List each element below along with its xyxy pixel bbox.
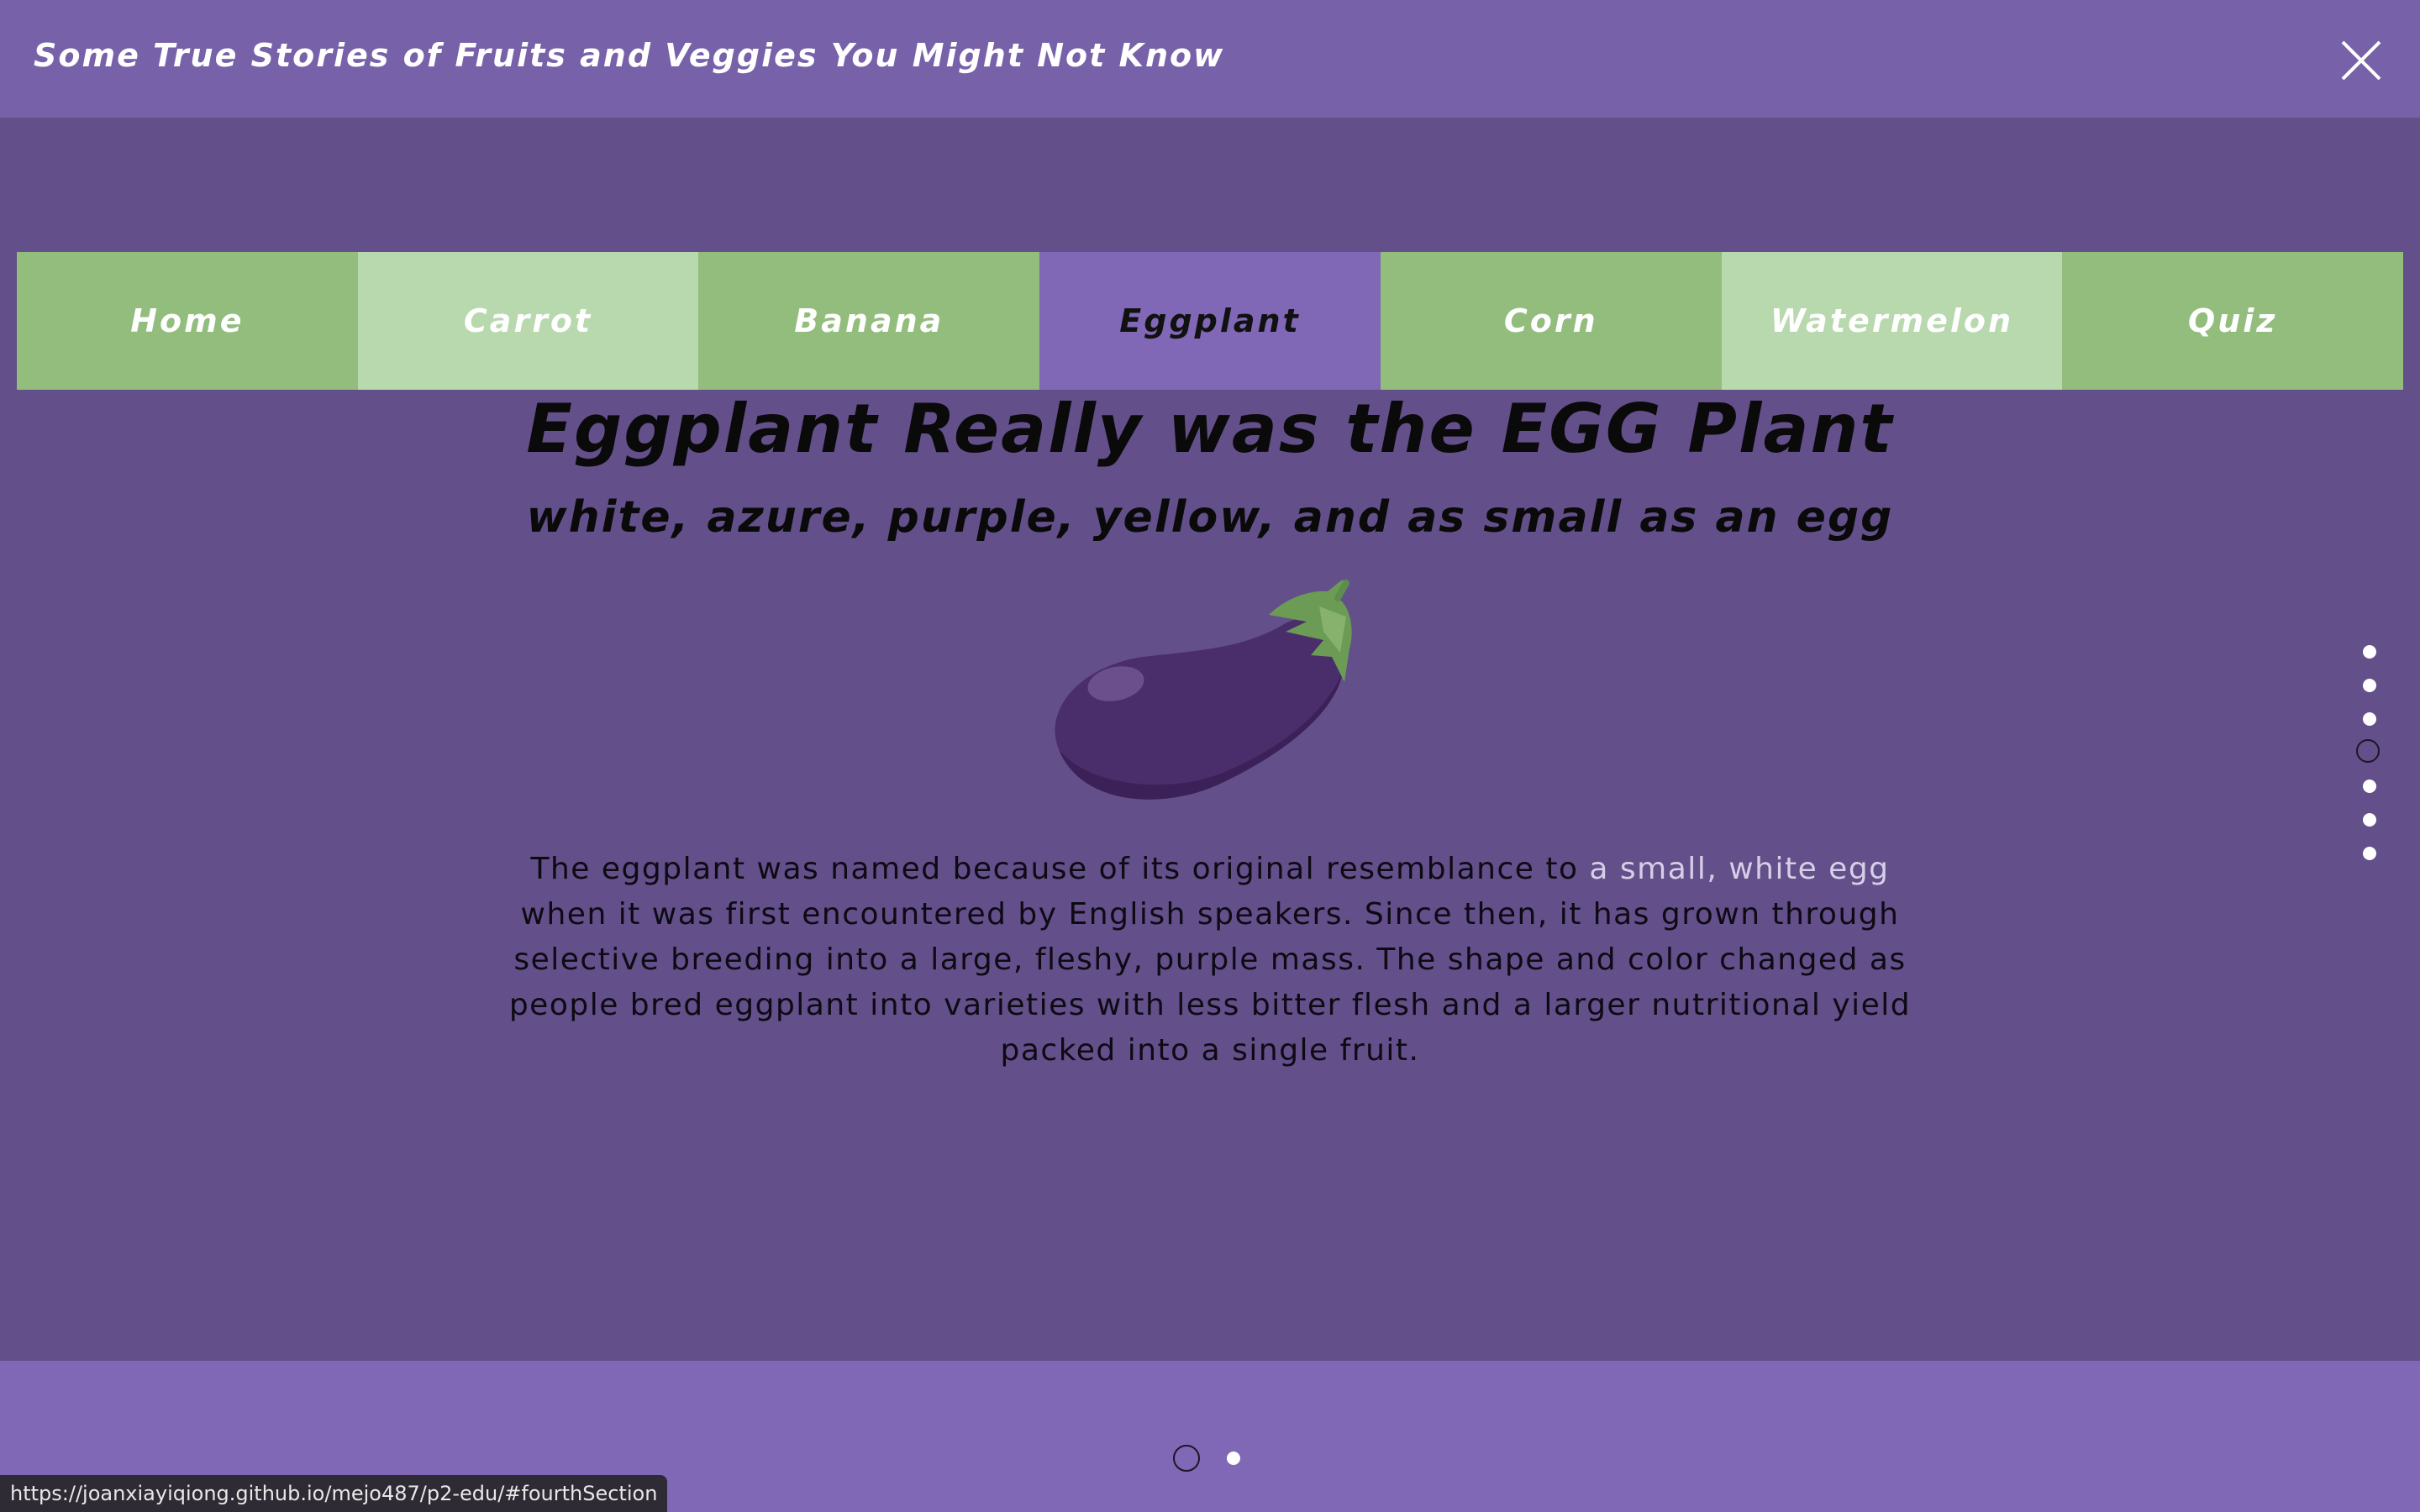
side-dot-5[interactable] xyxy=(2363,780,2376,793)
side-dot-6[interactable] xyxy=(2363,813,2376,827)
status-bar-url: https://joanxiayiqiong.github.io/mejo487… xyxy=(0,1475,668,1512)
nav-item-banana[interactable]: Banana xyxy=(698,252,1040,390)
side-dot-1[interactable] xyxy=(2363,645,2376,659)
section-heading: Eggplant Really was the EGG Plant xyxy=(526,390,1894,468)
site-title: Some True Stories of Fruits and Veggies … xyxy=(34,37,1225,74)
section-nav: Home Carrot Banana Eggplant Corn Waterme… xyxy=(17,252,2404,390)
side-dot-2[interactable] xyxy=(2363,679,2376,692)
slide-dot-1-active[interactable] xyxy=(1173,1445,1200,1472)
nav-item-corn[interactable]: Corn xyxy=(1380,252,1722,390)
side-dot-4-active[interactable] xyxy=(2356,739,2380,763)
body-text-part: The eggplant was named because of its or… xyxy=(530,852,1590,886)
nav-item-home[interactable]: Home xyxy=(17,252,358,390)
top-bar: Some True Stories of Fruits and Veggies … xyxy=(0,0,2420,118)
body-text-part: when it was first encountered by English… xyxy=(508,897,1912,1068)
nav-item-watermelon[interactable]: Watermelon xyxy=(1721,252,2063,390)
section-body-text: The eggplant was named because of its or… xyxy=(504,847,1916,1074)
section-subheading: white, azure, purple, yellow, and as sma… xyxy=(526,492,1894,543)
close-button[interactable] xyxy=(2339,39,2383,82)
body-text-highlight: a small, white egg xyxy=(1589,852,1890,886)
nav-item-eggplant[interactable]: Eggplant xyxy=(1039,252,1381,390)
slide-dot-2[interactable] xyxy=(1227,1452,1240,1465)
side-dot-7[interactable] xyxy=(2363,847,2376,860)
eggplant-icon xyxy=(1055,580,1352,800)
close-icon xyxy=(2341,40,2381,81)
nav-item-carrot[interactable]: Carrot xyxy=(357,252,699,390)
nav-item-quiz[interactable]: Quiz xyxy=(2062,252,2404,390)
side-dot-3[interactable] xyxy=(2363,712,2376,726)
